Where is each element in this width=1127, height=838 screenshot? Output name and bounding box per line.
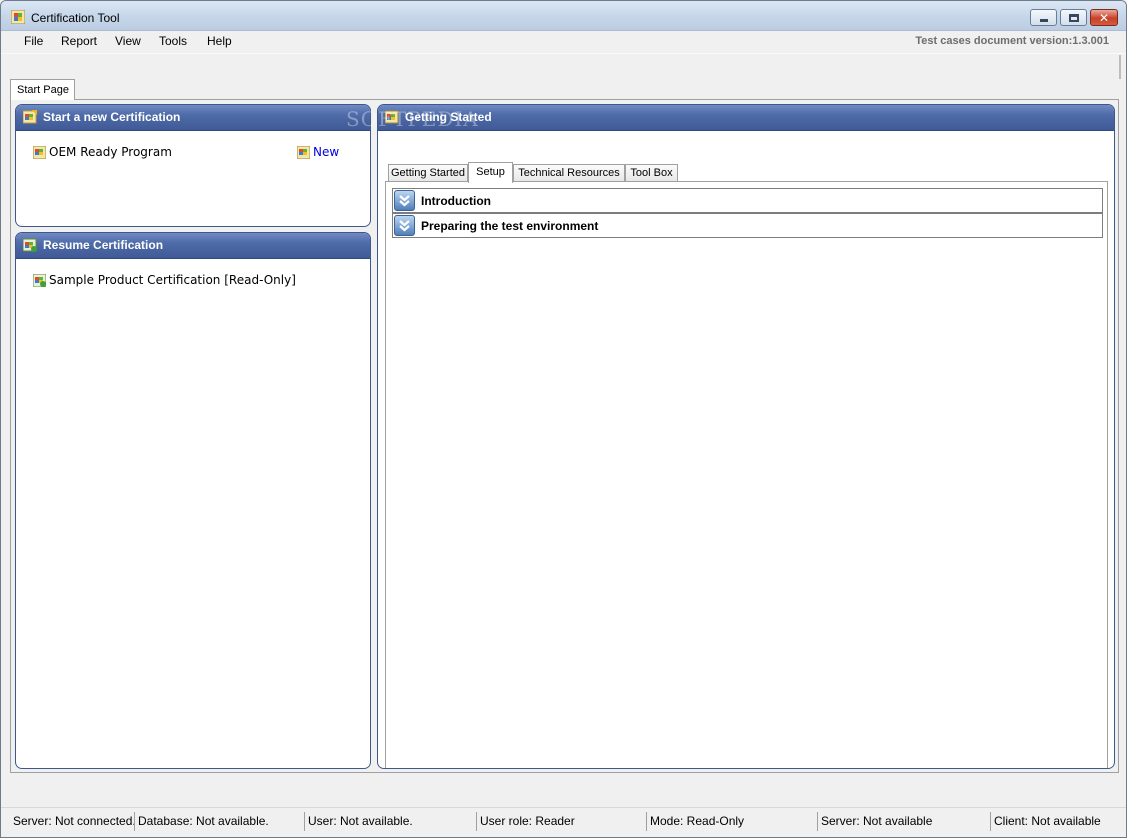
expand-icon[interactable] [394,190,415,211]
maximize-icon [1068,13,1079,22]
certification-icon [23,110,37,124]
certification-file-icon [33,274,46,287]
menu-help[interactable]: Help [205,34,234,48]
status-bar: Server: Not connected. Database: Not ava… [1,807,1126,832]
status-server-connection: Server: Not connected. [13,814,136,828]
tab-start-page[interactable]: Start Page [10,79,75,100]
resume-certification-panel: Resume Certification Sample Product Cert… [15,232,371,769]
panel-body: OEM Ready Program New [17,132,369,225]
panel-body: Getting Started Setup Technical Resource… [379,132,1113,768]
maximize-button[interactable] [1060,9,1087,26]
window-title: Certification Tool [31,11,120,25]
program-icon [33,146,46,159]
status-mode: Mode: Read-Only [646,812,817,831]
panel-header: Getting Started [378,105,1114,131]
resume-item[interactable]: Sample Product Certification [Read-Only] [33,273,333,289]
new-link-label: New [313,145,340,159]
program-item[interactable]: OEM Ready Program [33,145,233,161]
new-icon [297,146,310,159]
close-icon: ✕ [1098,10,1110,25]
resume-icon [23,238,37,252]
close-button[interactable]: ✕ [1090,9,1118,26]
section-label: Introduction [421,194,491,208]
toolbar-band [1,53,1126,79]
tab-setup[interactable]: Setup [468,162,513,183]
tab-technical-resources[interactable]: Technical Resources [513,164,625,182]
panel-header: Start a new Certification [16,105,370,131]
resume-item-label: Sample Product Certification [Read-Only] [49,273,296,287]
app-window: Certification Tool ✕ File Report View To… [0,0,1127,838]
status-client: Client: Not available [990,812,1120,831]
getting-started-icon [385,110,399,124]
status-server: Server: Not available [817,812,990,831]
toolbar-grip [1119,55,1121,79]
panel-title: Getting Started [405,110,492,124]
panel-header: Resume Certification [16,233,370,259]
menu-report[interactable]: Report [59,34,99,48]
minimize-icon [1039,19,1048,22]
start-certification-panel: Start a new Certification OEM Ready Prog… [15,104,371,227]
version-label: Test cases document version:1.3.001 [915,35,1109,47]
section-label: Preparing the test environment [421,219,599,233]
getting-started-panel: Getting Started Getting Started Setup Te… [377,104,1115,769]
app-icon [11,10,25,24]
section-preparing-environment[interactable]: Preparing the test environment [392,213,1103,238]
status-user: User: Not available. [304,812,476,831]
expand-icon[interactable] [394,215,415,236]
status-user-role: User role: Reader [476,812,646,831]
menu-view[interactable]: View [113,34,143,48]
tab-getting-started[interactable]: Getting Started [388,164,468,182]
program-label: OEM Ready Program [49,145,172,159]
status-database: Database: Not available. [134,812,304,831]
menu-tools[interactable]: Tools [157,34,189,48]
panel-body: Sample Product Certification [Read-Only] [17,260,369,767]
menu-file[interactable]: File [22,34,45,48]
tab-tool-box[interactable]: Tool Box [625,164,678,182]
panel-title: Resume Certification [43,238,164,252]
tab-content: Introduction Preparing the test environm… [385,181,1108,768]
minimize-button[interactable] [1030,9,1057,26]
panel-title: Start a new Certification [43,110,181,124]
section-introduction[interactable]: Introduction [392,188,1103,213]
new-certification-link[interactable]: New [297,145,357,161]
menu-bar: File Report View Tools Help Test cases d… [1,31,1126,53]
title-bar[interactable]: Certification Tool ✕ [1,1,1126,31]
